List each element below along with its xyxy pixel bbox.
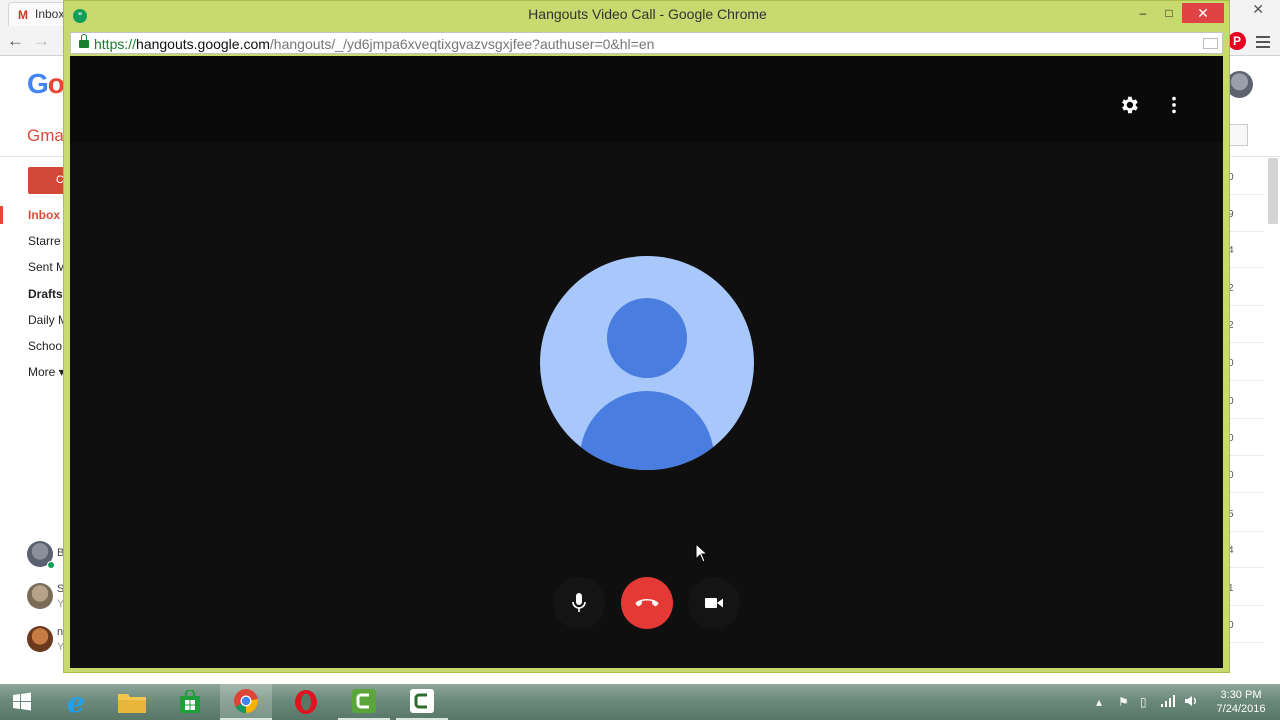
inbox-row-divider (1224, 418, 1264, 419)
chrome-icon (234, 689, 259, 713)
internet-explorer-taskbar-item[interactable]: e (50, 684, 102, 720)
action-center-flag-icon[interactable]: ⚑ (1118, 695, 1129, 709)
nav-item-starred[interactable]: Starre (28, 234, 61, 248)
toggle-camera-button[interactable] (688, 577, 740, 629)
close-window-button[interactable]: ✕ (1182, 3, 1224, 23)
inbox-row-divider (1224, 531, 1264, 532)
store-icon (180, 690, 200, 713)
inbox-row-divider (1224, 642, 1264, 643)
back-arrow-icon[interactable]: ← (7, 31, 24, 51)
video-camera-icon (705, 598, 723, 608)
nav-item-drafts[interactable]: Drafts (28, 287, 63, 301)
url-path: /hangouts/_/yd6jmpa6xveqtixgvazvsgxjfee?… (269, 36, 655, 52)
opera-taskbar-item[interactable] (280, 684, 332, 720)
windows-logo-icon (13, 692, 31, 711)
secure-lock-icon (79, 34, 89, 48)
chrome-taskbar-item[interactable] (220, 684, 272, 720)
nav-item-sent[interactable]: Sent M (28, 260, 66, 274)
page-action-icon[interactable] (1203, 38, 1218, 49)
camtasia-icon (352, 689, 376, 713)
file-explorer-taskbar-item[interactable] (106, 684, 158, 720)
inbox-row-divider (1224, 455, 1264, 456)
inbox-row-divider (1224, 342, 1264, 343)
gmail-tab-title: Inbox (35, 7, 65, 21)
camtasia-taskbar-item[interactable] (338, 684, 390, 720)
show-hidden-icons-icon[interactable]: ▴ (1096, 695, 1102, 709)
inbox-row-divider (1224, 231, 1264, 232)
mouse-cursor-icon (695, 543, 709, 563)
window-title: Hangouts Video Call - Google Chrome (528, 6, 767, 22)
store-taskbar-item[interactable] (164, 684, 216, 720)
nav-item-more[interactable]: More ▾ (28, 365, 65, 379)
battery-icon[interactable]: ▯ (1140, 695, 1147, 709)
maximize-button[interactable]: □ (1156, 3, 1182, 23)
phone-hangup-icon (635, 599, 659, 607)
inbox-row-divider (1224, 380, 1264, 381)
windows-taskbar: e ▴ ⚑ ▯ 3:30 PM 7/24/2016 (0, 684, 1280, 720)
desktop: M Inbox ✕ ← → P Go Gma C Inbox Starre Se… (0, 0, 1280, 720)
gmail-label[interactable]: Gma (27, 126, 64, 146)
inbox-active-indicator (0, 206, 3, 224)
address-bar[interactable]: https://hangouts.google.com/hangouts/_/y… (70, 32, 1223, 54)
camtasia-recorder-icon (410, 689, 434, 713)
ie-icon: e (67, 685, 85, 719)
background-close-icon[interactable]: ✕ (1252, 1, 1264, 18)
forward-arrow-icon[interactable]: → (33, 31, 50, 51)
clock-time: 3:30 PM (1220, 689, 1262, 701)
clock-date: 7/24/2016 (1216, 703, 1266, 715)
more-options-icon[interactable] (1168, 94, 1180, 116)
contact-avatar[interactable] (27, 626, 53, 652)
url-scheme: https:// (94, 36, 137, 52)
video-call-area (70, 56, 1223, 668)
minimize-button[interactable]: – (1130, 3, 1156, 23)
nav-item-inbox[interactable]: Inbox (28, 208, 60, 222)
participant-avatar (540, 256, 754, 470)
volume-icon[interactable] (1184, 694, 1198, 708)
mute-mic-button[interactable] (553, 577, 605, 629)
inbox-scrollbar[interactable] (1268, 158, 1278, 224)
avatar-shoulders (580, 391, 714, 470)
hang-up-button[interactable] (621, 577, 673, 629)
nav-item-school[interactable]: Schoo (28, 339, 62, 353)
avatar-head (607, 298, 687, 378)
call-top-bar (70, 56, 1223, 142)
inbox-row-divider (1224, 567, 1264, 568)
folder-icon (118, 694, 146, 713)
inbox-row-divider (1224, 605, 1264, 606)
opera-icon (295, 690, 317, 714)
contact-avatar[interactable] (27, 583, 53, 609)
system-clock[interactable]: 3:30 PM 7/24/2016 (1206, 688, 1276, 716)
gmail-favicon-icon: M (18, 8, 28, 22)
inbox-row-divider (1224, 194, 1264, 195)
start-button[interactable] (0, 684, 44, 720)
inbox-row-divider (1224, 492, 1264, 493)
settings-icon[interactable] (1118, 94, 1140, 116)
network-signal-icon[interactable] (1160, 694, 1176, 708)
camtasia-recorder-taskbar-item[interactable] (396, 684, 448, 720)
google-logo[interactable]: Go (27, 68, 65, 100)
nav-item-daily[interactable]: Daily M (28, 313, 68, 327)
chrome-menu-icon[interactable] (1256, 33, 1270, 48)
inbox-row-divider (1224, 305, 1264, 306)
inbox-row-divider (1224, 267, 1264, 268)
account-avatar[interactable] (1226, 71, 1253, 98)
hangouts-popup-window: ” Hangouts Video Call - Google Chrome – … (63, 0, 1230, 673)
online-status-icon (47, 561, 55, 569)
microphone-icon (572, 593, 586, 612)
gmail-inbox-tab[interactable]: M Inbox (8, 2, 70, 26)
pinterest-extension-icon[interactable]: P (1228, 32, 1246, 50)
url-host: hangouts.google.com (136, 36, 270, 52)
